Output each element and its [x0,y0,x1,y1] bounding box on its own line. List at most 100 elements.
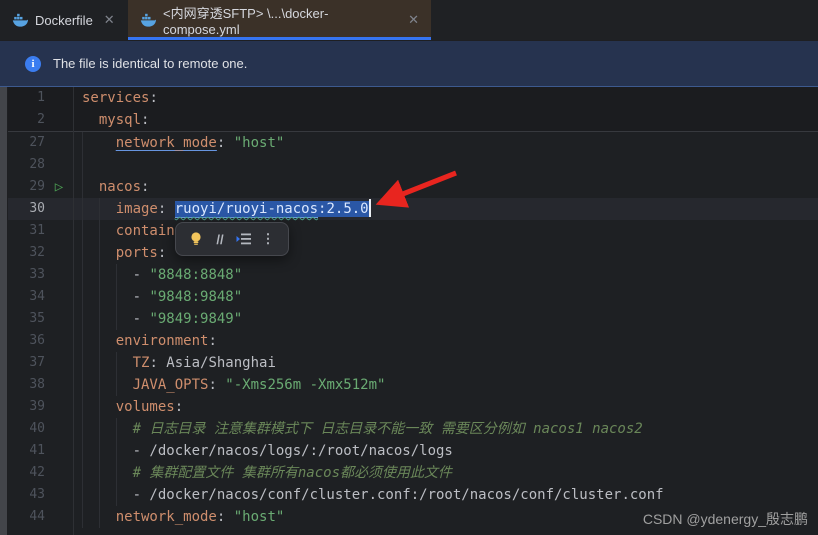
watermark: CSDN @ydenergy_殷志鹏 [642,511,808,527]
code-line[interactable]: 32 ports: [8,242,818,264]
code-segment: JAVA_OPTS [132,377,209,393]
code-segment: mysql [98,112,142,128]
code-line[interactable]: 40 # 日志目录 注意集群模式下 日志目录不能一致 需要区分例如 nacos1… [8,418,818,440]
docker-icon [140,13,156,27]
code-line[interactable]: 34 - "9848:9848" [8,286,818,308]
code-line[interactable]: 29 ▷ nacos: [8,176,818,198]
code-segment: "9849:9849" [149,311,243,327]
indent-guide [99,198,100,528]
line-number: 40 [29,421,45,436]
line-number: 34 [29,289,45,304]
intention-popup: // ⋮ [175,222,289,256]
code-segment: "8848:8848" [149,267,243,283]
code-segment: : [157,201,175,217]
info-icon: i [25,55,41,72]
code-line[interactable]: 39 volumes: [8,396,818,418]
code-line[interactable]: 27 network_mode: "host" [8,132,818,154]
code-line[interactable]: 43 - /docker/nacos/conf/cluster.conf:/ro… [8,484,818,506]
line-number: 28 [29,157,45,172]
code-segment: : Asia/Shanghai [149,355,276,371]
code-segment: :2.5.0 [318,201,369,217]
tab-label: <内网穿透SFTP> \...\docker-compose.yml [163,6,329,37]
code-segment: nacos [98,179,142,195]
indent-guide [116,352,117,396]
docker-icon [12,13,28,27]
code-line[interactable]: 33 - "8848:8848" [8,264,818,286]
line-number: 36 [29,333,45,348]
line-number: 30 [29,201,45,216]
gutter-separator [73,87,74,535]
code-segment: # 日志目录 注意集群模式下 日志目录不能一致 需要区分例如 nacos1 na… [132,421,643,437]
code-segment: network_mode [115,135,217,151]
code-segment: : [141,112,150,128]
line-number: 43 [29,487,45,502]
code-segment: "9848:9848" [149,289,243,305]
line-number: 39 [29,399,45,414]
code-segment: ruoyi/ruoyi-nacos [174,201,319,217]
code-segment: volumes [115,399,175,415]
context-actions-icon[interactable] [235,230,253,248]
code-segment: - /docker/nacos/conf/cluster.conf:/root/… [82,487,664,503]
comment-icon[interactable]: // [211,230,229,248]
line-number: 32 [29,245,45,260]
code-segment: : [216,509,234,525]
code-segment: ports [115,245,158,261]
sticky-lines-panel: 1 services: 2 mysql: [8,87,818,132]
editor-tab-bar: Dockerfile ✕ <内网穿透SFTP> \...\docker-comp… [0,0,818,40]
code-line[interactable]: 42 # 集群配置文件 集群所有nacos都必须使用此文件 [8,462,818,484]
line-number: 37 [29,355,45,370]
close-icon[interactable]: ✕ [408,12,419,28]
code-segment: : [174,399,184,415]
more-icon[interactable]: ⋮ [259,230,277,248]
code-segment: : [141,179,150,195]
line-number: 29 [29,179,45,194]
tab-label: Dockerfile [35,12,93,28]
line-number: 33 [29,267,45,282]
code-segment: TZ [132,355,150,371]
sticky-line[interactable]: 1 services: [8,87,818,109]
code-segment: : [208,377,226,393]
banner-text: The file is identical to remote one. [53,56,248,71]
code-line[interactable]: 38 JAVA_OPTS: "-Xms256m -Xmx512m" [8,374,818,396]
run-icon[interactable]: ▷ [55,179,63,195]
line-number: 1 [37,90,45,105]
tab-docker-compose-yml[interactable]: <内网穿透SFTP> \...\docker-compose.yml ✕ [128,0,431,40]
code-segment: : [216,135,234,151]
code-line[interactable]: 30 image: ruoyi/ruoyi-nacos:2.5.0 [8,198,818,220]
code-line[interactable]: 37 TZ: Asia/Shanghai [8,352,818,374]
code-segment: : [157,245,167,261]
code-lines: 27 network_mode: "host" 28 29 ▷ nacos: 30 im… [8,132,818,528]
line-number: 2 [37,112,45,127]
code-editor[interactable]: 1 services: 2 mysql: 27 network_mode: "hos… [8,87,818,535]
tool-window-splitter[interactable] [0,87,7,535]
indent-guide [82,132,83,528]
line-number: 38 [29,377,45,392]
code-line[interactable]: 36 environment: [8,330,818,352]
code-line[interactable]: 31 contain [8,220,818,242]
sticky-line[interactable]: 2 mysql: [8,109,818,131]
close-icon[interactable]: ✕ [104,12,115,28]
code-segment: : [149,90,158,106]
code-line[interactable]: 28 [8,154,818,176]
line-number: 35 [29,311,45,326]
code-line[interactable]: 41 - /docker/nacos/logs/:/root/nacos/log… [8,440,818,462]
line-number: 44 [29,509,45,524]
tab-dockerfile[interactable]: Dockerfile ✕ [0,0,115,40]
code-segment: # 集群配置文件 集群所有nacos都必须使用此文件 [132,465,453,481]
code-segment: image [115,201,158,217]
line-number: 41 [29,443,45,458]
code-segment: "host" [233,135,285,151]
code-segment: "-Xms256m -Xmx512m" [225,377,386,393]
code-line[interactable]: 35 - "9849:9849" [8,308,818,330]
code-segment: services [82,90,150,106]
lightbulb-icon[interactable] [187,230,205,248]
code-segment: - /docker/nacos/logs/:/root/nacos/logs [82,443,453,459]
active-tab-underline [128,37,431,40]
